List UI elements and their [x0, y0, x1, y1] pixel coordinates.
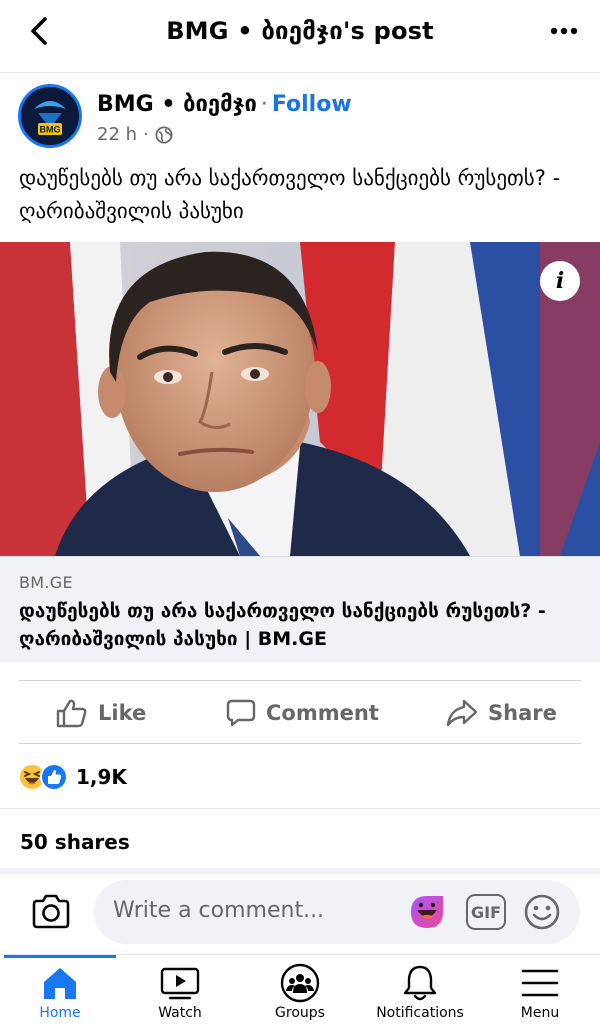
comment-icon	[226, 699, 256, 727]
page-title: BMG • ბიემჯი's post	[166, 17, 434, 45]
emoji-icon	[524, 894, 560, 930]
post-meta: 22 h ·	[97, 124, 173, 145]
comment-placeholder: Write a comment...	[113, 898, 325, 923]
tab-home[interactable]: Home	[0, 955, 120, 1024]
tab-menu[interactable]: Menu	[480, 955, 600, 1024]
bottom-tab-bar: Home Watch Groups Notifications Menu	[0, 954, 600, 1024]
comment-input[interactable]: Write a comment... GIF	[94, 880, 580, 944]
emoji-button[interactable]	[522, 892, 562, 932]
reactions-count: 1,9K	[76, 765, 127, 789]
tab-home-label: Home	[39, 1005, 81, 1021]
watch-icon	[160, 967, 200, 1000]
tab-groups[interactable]: Groups	[240, 955, 360, 1024]
link-title: დაუწესებს თუ არა საქართველო სანქციებს რუ…	[19, 600, 546, 650]
author-line: BMG • ბიემჯი · Follow	[97, 92, 352, 117]
follow-button[interactable]: Follow	[272, 92, 352, 117]
divider	[0, 72, 600, 73]
svg-text:BMG: BMG	[40, 125, 61, 135]
share-icon	[446, 699, 478, 727]
share-label: Share	[488, 701, 557, 725]
comment-label: Comment	[266, 701, 379, 725]
portrait-image	[0, 242, 600, 556]
home-icon	[44, 968, 76, 999]
more-horizontal-icon	[550, 27, 578, 35]
divider	[19, 743, 581, 744]
top-bar: BMG • ბიემჯი's post	[0, 0, 600, 62]
separator-dot: ·	[260, 92, 268, 117]
like-reaction-icon	[40, 763, 68, 791]
post-actions: Like Comment Share	[0, 684, 600, 742]
author-name[interactable]: BMG • ბიემჯი	[97, 92, 257, 117]
link-preview[interactable]: BM.GE დაუწესებს თუ არა საქართველო სანქცი…	[0, 556, 600, 662]
avatar-sticker-icon	[411, 896, 443, 928]
divider	[19, 680, 581, 681]
camera-button[interactable]	[30, 892, 72, 932]
divider	[0, 808, 600, 809]
post-header: BMG BMG • ბიემჯი · Follow 22 h ·	[18, 84, 582, 150]
like-label: Like	[98, 701, 147, 725]
link-domain: BM.GE	[19, 573, 73, 592]
shares-count[interactable]: 50 shares	[20, 830, 130, 854]
tab-menu-label: Menu	[520, 1005, 560, 1021]
groups-icon	[280, 963, 320, 1003]
thumbs-up-icon	[56, 699, 87, 728]
post-time[interactable]: 22 h	[97, 124, 137, 145]
menu-icon	[521, 969, 559, 997]
tab-groups-label: Groups	[275, 1005, 325, 1021]
tab-notifications[interactable]: Notifications	[360, 955, 480, 1024]
bell-icon	[403, 965, 437, 1001]
share-button[interactable]: Share	[446, 692, 557, 734]
comment-button[interactable]: Comment	[226, 692, 379, 734]
tab-notifications-label: Notifications	[376, 1005, 464, 1021]
more-options-button[interactable]	[548, 20, 580, 42]
back-button[interactable]	[22, 14, 56, 48]
avatar[interactable]: BMG	[18, 84, 82, 148]
chevron-left-icon	[31, 17, 47, 45]
info-button[interactable]: i	[540, 261, 580, 301]
like-button[interactable]: Like	[56, 692, 146, 734]
post-image[interactable]: i	[0, 242, 600, 556]
gif-button[interactable]: GIF	[466, 894, 506, 930]
camera-icon	[32, 894, 70, 929]
post-text: დაუწესებს თუ არა საქართველო სანქციებს რუ…	[19, 166, 561, 223]
globe-icon	[155, 126, 173, 143]
tab-watch[interactable]: Watch	[120, 955, 240, 1024]
avatar-sticker-button[interactable]	[407, 892, 447, 932]
meta-dot: ·	[143, 124, 149, 145]
tab-watch-label: Watch	[158, 1005, 202, 1021]
reactions-summary[interactable]: 1,9K	[18, 762, 127, 792]
